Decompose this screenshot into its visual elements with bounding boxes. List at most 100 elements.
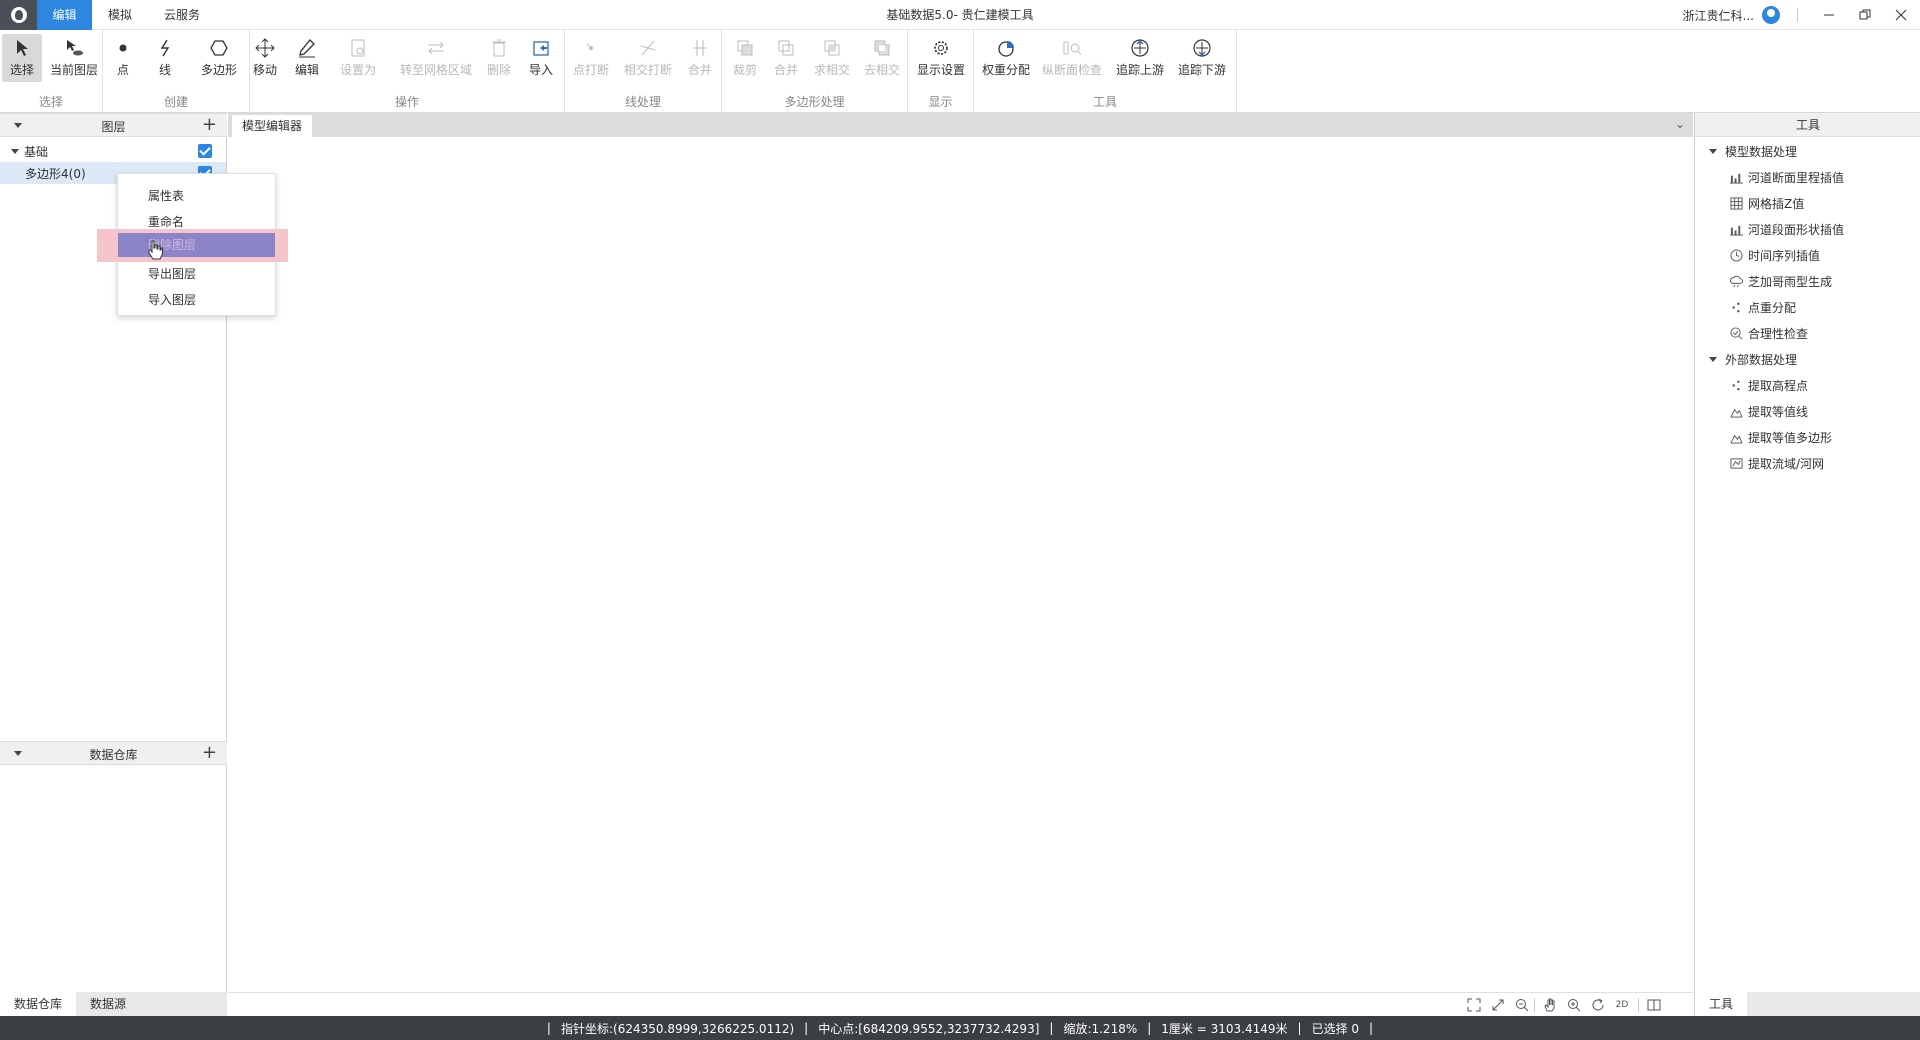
- edit-button[interactable]: 编辑: [292, 34, 322, 82]
- section-model-data-processing[interactable]: 模型数据处理: [1709, 140, 1797, 162]
- move-label: 移动: [252, 63, 277, 77]
- polygon-button[interactable]: 多边形: [195, 34, 243, 82]
- minimize-button[interactable]: [1810, 0, 1848, 30]
- chevron-down-icon[interactable]: ⌄: [1675, 117, 1685, 131]
- intersect-button[interactable]: 求相交: [812, 34, 852, 82]
- merge-line-button[interactable]: 合并: [685, 34, 715, 82]
- map-canvas[interactable]: [228, 137, 1693, 992]
- tool-item[interactable]: 河道段面形状插值: [1729, 218, 1844, 240]
- tool-item[interactable]: 网格插Z值: [1729, 192, 1804, 214]
- union-button[interactable]: 合并: [771, 34, 801, 82]
- group-label: 选择: [38, 95, 63, 109]
- tool-item[interactable]: 河道断面里程插值: [1729, 166, 1844, 188]
- weight-distribution-button[interactable]: 权重分配: [980, 34, 1032, 82]
- tab-tools[interactable]: 工具: [1695, 992, 1748, 1016]
- display-settings-button[interactable]: 显示设置: [916, 34, 966, 82]
- section-external-data-processing[interactable]: 外部数据处理: [1709, 348, 1797, 370]
- tool-item[interactable]: 提取流域/河网: [1729, 452, 1824, 474]
- expand-icon[interactable]: [1490, 997, 1506, 1013]
- delete-button[interactable]: 删除: [484, 34, 514, 82]
- remove-intersect-button[interactable]: 去相交: [862, 34, 902, 82]
- intersect-break-button[interactable]: 相交打断: [620, 34, 676, 82]
- trace-downstream-button[interactable]: 追踪下游: [1176, 34, 1228, 82]
- group-label: 创建: [163, 95, 188, 109]
- collapse-triangle-icon[interactable]: [1709, 356, 1717, 362]
- point-break-label: 点打断: [572, 63, 609, 77]
- full-extent-icon[interactable]: [1466, 997, 1482, 1013]
- map-icon: [1729, 456, 1743, 470]
- refresh-icon[interactable]: [1590, 997, 1606, 1013]
- trace-upstream-button[interactable]: 追踪上游: [1114, 34, 1166, 82]
- split-view-icon[interactable]: [1646, 997, 1662, 1013]
- point-break-button[interactable]: 点打断: [571, 34, 611, 82]
- menu-item-import-layer[interactable]: 导入图层: [118, 288, 275, 312]
- close-button[interactable]: [1882, 0, 1920, 30]
- collapse-triangle-icon[interactable]: [1709, 148, 1717, 154]
- expand-triangle-icon[interactable]: [11, 148, 19, 154]
- current-layer-button[interactable]: 当前图层: [46, 34, 102, 82]
- view-mode-toggle[interactable]: 2D: [1612, 997, 1632, 1013]
- group-label: 操作: [394, 95, 419, 109]
- tree-node-base[interactable]: 基础: [0, 140, 226, 162]
- add-layer-icon[interactable]: +: [202, 114, 217, 136]
- point-icon: [112, 37, 134, 59]
- import-button[interactable]: 导入: [526, 34, 556, 82]
- tool-item[interactable]: 点重分配: [1729, 296, 1796, 318]
- trace-down-icon: [1191, 37, 1213, 59]
- tab-model-editor[interactable]: 模型编辑器: [232, 115, 313, 137]
- menu-item-delete-layer[interactable]: 删除图层: [118, 233, 275, 257]
- add-warehouse-icon[interactable]: +: [202, 742, 217, 764]
- restore-button[interactable]: [1846, 0, 1884, 30]
- tab-data-source[interactable]: 数据源: [76, 992, 140, 1016]
- model-editor: 模型编辑器 ⌄ 2D: [228, 113, 1693, 1016]
- user-area[interactable]: 浙江贵仁科...: [1683, 0, 1780, 30]
- remove-intersect-icon: [871, 37, 893, 59]
- layer-visibility-checkbox[interactable]: [198, 144, 212, 158]
- tool-item[interactable]: 合理性检查: [1729, 322, 1808, 344]
- restore-icon: [1859, 9, 1871, 20]
- tab-edit[interactable]: 编辑: [37, 0, 92, 30]
- profile-check-label: 纵断面检查: [1041, 63, 1102, 77]
- line-button[interactable]: 线: [150, 34, 180, 82]
- clip-button[interactable]: 裁剪: [730, 34, 760, 82]
- profile-check-button[interactable]: 纵断面检查: [1040, 34, 1104, 82]
- point-button[interactable]: 点: [108, 34, 138, 82]
- tool-item[interactable]: 提取高程点: [1729, 374, 1808, 396]
- tab-cloud-service[interactable]: 云服务: [148, 0, 216, 30]
- app-logo-icon[interactable]: [0, 0, 37, 30]
- tool-item[interactable]: 芝加哥雨型生成: [1729, 270, 1832, 292]
- to-grid-area-label: 转至网格区域: [399, 63, 472, 77]
- clip-label: 裁剪: [732, 63, 757, 77]
- pan-hand-icon[interactable]: [1542, 997, 1558, 1013]
- clip-icon: [734, 37, 756, 59]
- to-grid-area-button[interactable]: 转至网格区域: [396, 34, 476, 82]
- menu-item-attribute-table[interactable]: 属性表: [118, 184, 275, 208]
- tab-data-warehouse[interactable]: 数据仓库: [0, 992, 77, 1016]
- tree-node-label: 多边形4(0): [25, 166, 86, 181]
- group-tools: 权重分配 纵断面检查 追踪上游 追踪下游 工具: [974, 30, 1237, 113]
- move-button[interactable]: 移动: [250, 34, 280, 82]
- grid-icon: [1729, 196, 1743, 210]
- gear-icon: [930, 37, 952, 59]
- tab-simulate[interactable]: 模拟: [92, 0, 148, 30]
- tool-item[interactable]: 提取等值多边形: [1729, 426, 1832, 448]
- set-as-button[interactable]: 设置为: [332, 34, 384, 82]
- tree-node-label: 基础: [24, 144, 49, 159]
- title-bar: 编辑 模拟 云服务: [0, 0, 1920, 30]
- swap-icon: [425, 37, 447, 59]
- profile-check-icon: [1061, 37, 1083, 59]
- avatar[interactable]: [1762, 6, 1780, 24]
- tool-item[interactable]: 提取等值线: [1729, 400, 1808, 422]
- tool-item[interactable]: 时间序列插值: [1729, 244, 1820, 266]
- group-display: 显示设置 显示: [908, 30, 974, 113]
- tool-item-label: 网格插Z值: [1748, 196, 1805, 211]
- close-icon: [1895, 9, 1907, 21]
- select-button[interactable]: 选择: [2, 34, 42, 82]
- zoom-out-icon[interactable]: [1514, 997, 1530, 1013]
- zoom-in-icon[interactable]: [1566, 997, 1582, 1013]
- menu-item-export-layer[interactable]: 导出图层: [118, 262, 275, 286]
- pointer-icon: [11, 37, 33, 59]
- pie-icon: [995, 37, 1017, 59]
- map-toolbar: 2D: [228, 992, 1693, 1016]
- user-name[interactable]: 浙江贵仁科...: [1683, 7, 1754, 24]
